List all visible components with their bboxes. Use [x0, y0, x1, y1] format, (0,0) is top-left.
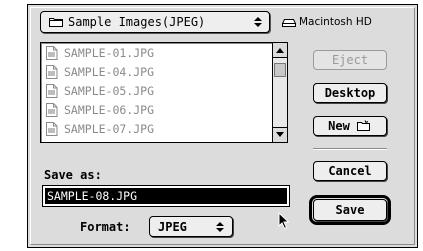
eject-button[interactable]: Eject [313, 50, 387, 70]
new-folder-icon [356, 120, 372, 132]
disk-indicator: Macintosh HD [282, 16, 372, 28]
file-name: SAMPLE-06.JPG [64, 102, 155, 117]
popup-arrows-icon [214, 220, 226, 234]
filename-field[interactable]: SAMPLE-08.JPG [42, 185, 290, 207]
scroll-up-arrow-icon[interactable] [273, 43, 287, 58]
file-list-scrollbar[interactable] [272, 43, 287, 142]
file-list[interactable]: SAMPLE-01.JPG SAMPLE-04.JPG SAMPLE-05.JP… [40, 42, 288, 143]
list-item[interactable]: SAMPLE-04.JPG [41, 62, 272, 81]
cancel-button[interactable]: Cancel [313, 161, 387, 181]
file-name: SAMPLE-01.JPG [64, 45, 155, 60]
new-folder-button[interactable]: New [313, 116, 387, 136]
mouse-pointer-icon [278, 211, 290, 230]
list-item[interactable]: SAMPLE-06.JPG [41, 100, 272, 119]
file-list-rows: SAMPLE-01.JPG SAMPLE-04.JPG SAMPLE-05.JP… [41, 43, 272, 142]
scroll-down-arrow-icon[interactable] [273, 127, 287, 142]
folder-popup[interactable]: Sample Images(JPEG) [40, 11, 270, 33]
document-icon [46, 45, 58, 60]
file-name: SAMPLE-07.JPG [64, 121, 155, 136]
format-value: JPEG [158, 219, 187, 234]
popup-arrows-icon [251, 14, 265, 30]
document-icon [46, 121, 58, 136]
format-popup[interactable]: JPEG [149, 216, 233, 237]
scroll-thumb[interactable] [274, 63, 286, 77]
disk-label: Macintosh HD [299, 16, 372, 28]
button-divider [313, 148, 387, 150]
document-icon [46, 83, 58, 98]
document-icon [46, 64, 58, 79]
desktop-button[interactable]: Desktop [313, 83, 387, 103]
list-item[interactable]: SAMPLE-05.JPG [41, 81, 272, 100]
new-folder-label: New [328, 119, 350, 133]
save-as-label: Save as: [44, 168, 102, 182]
hard-disk-icon [282, 18, 296, 27]
file-name: SAMPLE-04.JPG [64, 64, 155, 79]
folder-popup-label: Sample Images(JPEG) [68, 15, 206, 29]
filename-value: SAMPLE-08.JPG [45, 188, 287, 204]
list-item[interactable]: SAMPLE-07.JPG [41, 119, 272, 138]
list-item[interactable]: SAMPLE-01.JPG [41, 43, 272, 62]
document-icon [46, 102, 58, 117]
file-name: SAMPLE-05.JPG [64, 83, 155, 98]
format-label: Format: [80, 220, 131, 234]
folder-icon [49, 17, 63, 27]
save-button[interactable]: Save [313, 199, 387, 221]
